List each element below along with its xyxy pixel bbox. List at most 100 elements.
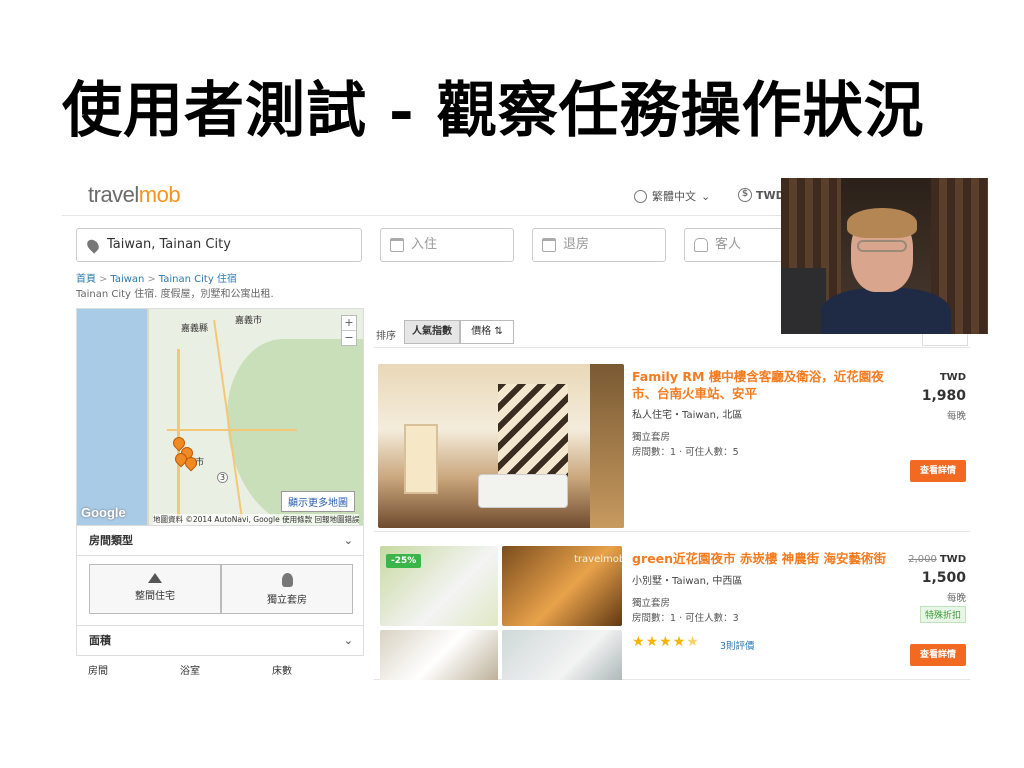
listing-photo-gallery[interactable]: -25% travelmob: [380, 546, 626, 680]
location-input[interactable]: Taiwan, Tainan City: [76, 228, 362, 262]
listing-title[interactable]: green近花園夜市 赤崁樓 神農街 海安藝術街: [632, 550, 900, 567]
listing-card[interactable]: Family RM 樓中樓含客廳及衛浴，近花園夜市、台南火車站、安平 私人住宅・…: [374, 360, 970, 532]
location-pin-icon: [84, 237, 102, 254]
calendar-icon: [390, 238, 404, 252]
breadcrumb-country[interactable]: Taiwan: [110, 274, 144, 285]
zoom-out-button[interactable]: −: [342, 330, 356, 345]
listing-card[interactable]: -25% travelmob green近花園夜市 赤崁樓 神農街 海安藝術街 …: [374, 542, 970, 680]
sort-label: 排序: [376, 331, 396, 342]
view-details-button[interactable]: 查看詳情: [910, 644, 966, 666]
person-icon: [281, 573, 293, 587]
sort-price-label: 價格: [471, 326, 492, 337]
gallery-photo[interactable]: [502, 630, 622, 680]
gallery-photo[interactable]: [380, 630, 498, 680]
checkin-input[interactable]: 入住: [380, 228, 514, 262]
zoom-in-button[interactable]: +: [342, 316, 356, 330]
currency-selector[interactable]: $ TWD: [738, 188, 785, 202]
original-price: 2,000: [908, 554, 937, 565]
room-type-filter: 整間住宅 獨立套房: [76, 556, 364, 626]
listing-price: 1,980: [921, 388, 966, 404]
currency-code: TWD: [939, 554, 966, 565]
map-road: [167, 429, 297, 431]
room-type-private-suite[interactable]: 獨立套房: [221, 564, 353, 614]
sort-price-button[interactable]: 價格 ⇅: [460, 320, 514, 344]
map-label-chiayi-city: 嘉義市: [235, 316, 263, 326]
beds-label: 床數: [272, 666, 292, 677]
listing-title[interactable]: Family RM 樓中樓含客廳及衛浴，近花園夜市、台南火車站、安平: [632, 368, 900, 402]
sort-arrow-icon: ⇅: [494, 326, 503, 337]
webcam-video: [781, 178, 988, 334]
listing-price: 1,500: [921, 570, 966, 586]
star-icon: ★: [645, 634, 660, 650]
slide: 使用者測試 - 觀察任務操作狀況 travelmob 繁體中文 ⌄ $ TWD Ta…: [0, 0, 1024, 768]
map-label-chiayi-county: 嘉義縣: [181, 324, 209, 334]
rooms-label: 房間: [88, 666, 108, 677]
photo-door: [404, 424, 438, 494]
listing-photo[interactable]: [378, 364, 624, 528]
listing-per-night: 每晚: [946, 593, 966, 604]
discount-badge: -25%: [386, 554, 422, 568]
logo-part-travel: travel: [88, 182, 139, 207]
house-icon: [148, 573, 162, 583]
checkin-placeholder: 入住: [411, 237, 438, 252]
google-logo: Google: [81, 505, 126, 520]
logo-part-mob: mob: [138, 182, 181, 207]
listing-per-night: 每晚: [946, 411, 966, 422]
room-type-label: 整間住宅: [135, 591, 175, 602]
language-label: 繁體中文: [652, 190, 696, 203]
webcam-person-glasses: [857, 240, 907, 252]
location-value: Taiwan, Tainan City: [107, 237, 231, 252]
checkout-placeholder: 退房: [563, 237, 590, 252]
photo-sofa: [478, 474, 568, 508]
special-discount-tag: 特殊折扣: [919, 606, 966, 623]
area-heading: 面積: [89, 634, 111, 647]
listing-capacity: 房間數：1 · 可住人數：3: [632, 613, 739, 624]
webcam-person-shirt: [821, 288, 951, 334]
language-selector[interactable]: 繁體中文 ⌄: [634, 188, 710, 204]
person-icon: [694, 238, 708, 252]
view-details-button[interactable]: 查看詳情: [910, 460, 966, 482]
listing-currency: TWD: [939, 372, 966, 383]
star-half-icon: ★: [686, 634, 700, 650]
guests-input[interactable]: 客人: [684, 228, 794, 262]
listing-currency: 2,000 TWD: [908, 554, 966, 565]
bathrooms-label: 浴室: [180, 666, 200, 677]
breadcrumb-home[interactable]: 首頁: [76, 274, 96, 285]
sort-popularity-button[interactable]: 人氣指數: [404, 320, 460, 344]
listing-room-kind: 獨立套房: [632, 432, 671, 443]
chevron-down-icon: ⌄: [701, 189, 711, 203]
room-type-heading: 房間類型: [89, 534, 133, 547]
map-zoom-control: + −: [341, 315, 357, 346]
currency-icon: $: [738, 188, 752, 202]
room-type-entire-home[interactable]: 整間住宅: [89, 564, 221, 614]
breadcrumb: 首頁 > Taiwan > Tainan City 住宿: [76, 274, 237, 285]
reviews-link[interactable]: 3則評價: [720, 638, 755, 652]
chevron-down-icon: ⌄: [343, 634, 353, 647]
area-header[interactable]: 面積 ⌄: [76, 626, 364, 656]
photo-window: [590, 364, 624, 528]
photo-watermark: travelmob: [574, 554, 626, 565]
page-subtitle: Tainan City 住宿. 度假屋，別墅和公寓出租.: [76, 289, 274, 300]
area-filter-columns: 房間 浴室 床數: [76, 656, 364, 680]
star-icon: ★: [672, 634, 687, 650]
chevron-down-icon: ⌄: [343, 534, 353, 547]
map-view[interactable]: 嘉義縣 嘉義市 市 3 + − 顯示更多地圖 Google 地圖資料 ©2014 …: [76, 308, 364, 526]
webcam-chair: [781, 268, 826, 334]
checkout-input[interactable]: 退房: [532, 228, 666, 262]
room-type-header[interactable]: 房間類型 ⌄: [76, 526, 364, 556]
travelmob-logo[interactable]: travelmob: [88, 182, 181, 208]
map-road: [177, 349, 180, 519]
listing-capacity: 房間數：1 · 可住人數：5: [632, 447, 739, 458]
slide-title: 使用者測試 - 觀察任務操作狀況: [62, 76, 925, 146]
star-icon: ★: [659, 634, 673, 650]
listing-type-location: 小別墅・Taiwan, 中西區: [632, 576, 743, 587]
star-rating: ★★★★★: [632, 634, 700, 650]
star-icon: ★: [632, 634, 646, 650]
guests-placeholder: 客人: [715, 237, 742, 252]
show-more-map-button[interactable]: 顯示更多地圖: [281, 491, 355, 512]
breadcrumb-city[interactable]: Tainan City 住宿: [159, 274, 237, 285]
map-attribution: 地圖資料 ©2014 AutoNavi, Google 使用條款 回報地圖錯誤: [153, 514, 360, 525]
webcam-person-hair: [847, 208, 917, 238]
listing-type-location: 私人住宅・Taiwan, 北區: [632, 410, 743, 421]
room-type-label: 獨立套房: [267, 595, 307, 606]
